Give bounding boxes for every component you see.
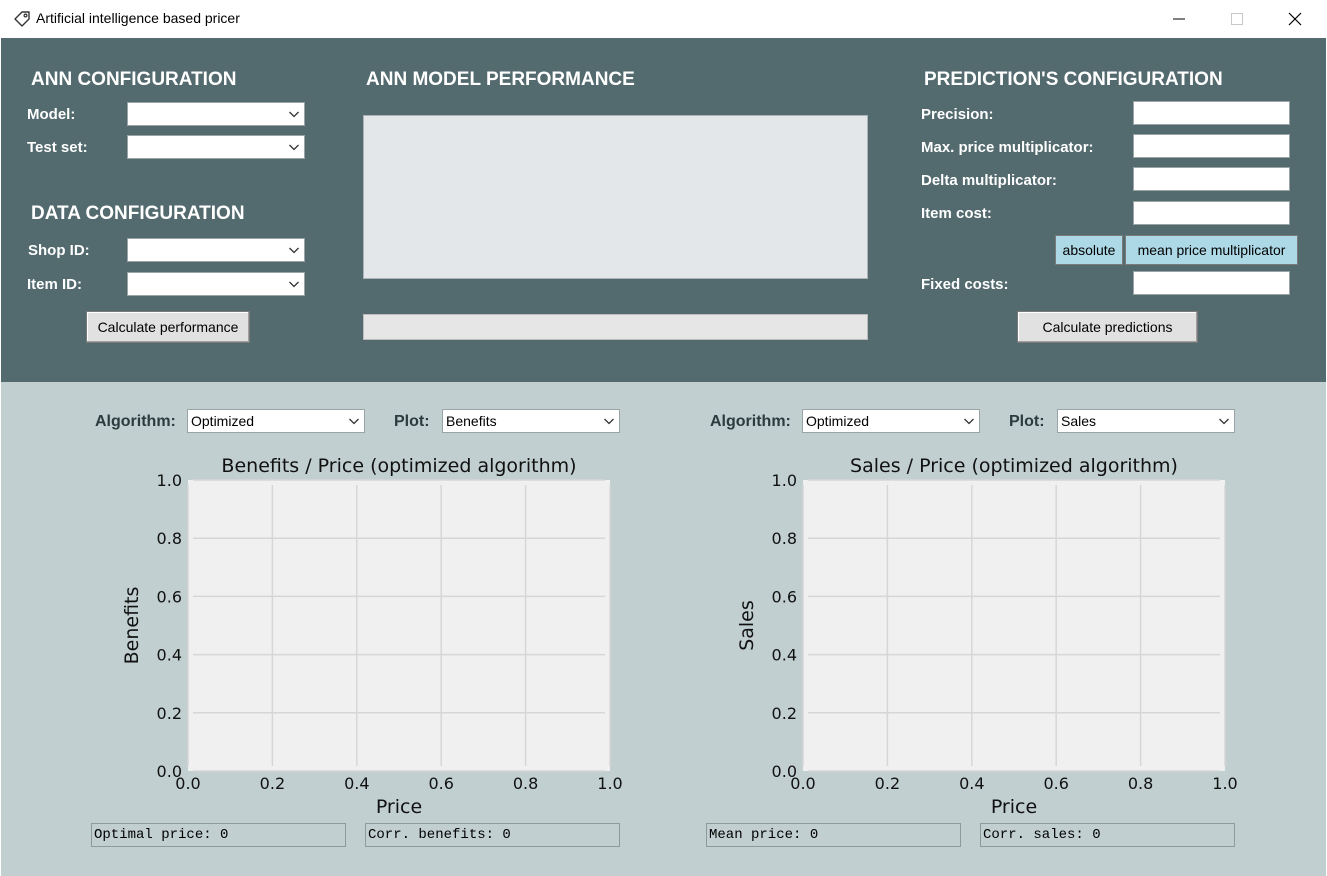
y-tick-label: 0.2 [772,704,797,723]
left-plot-label: Plot: [394,413,430,430]
y-tick-label: 0.4 [772,646,797,665]
x-tick-label: 0.8 [513,774,538,793]
x-axis-label: Price [376,796,422,818]
y-axis-label: Benefits [121,587,143,665]
model-label: Model: [27,106,76,123]
configuration-panel: ANN CONFIGURATION Model: Test set: DATA … [1,38,1326,382]
x-axis-label: Price [991,796,1037,818]
y-tick-label: 1.0 [772,471,797,490]
performance-progress-bar [363,314,868,340]
x-tick-label: 0.8 [1128,774,1153,793]
plot-area [803,480,1225,771]
chevron-down-icon [349,418,359,425]
chevron-down-icon [1219,418,1229,425]
shop-id-select[interactable] [127,238,305,262]
minimize-icon [1173,18,1185,20]
fixed-costs-label: Fixed costs: [921,276,1009,293]
delta-multiplicator-input[interactable] [1133,167,1290,191]
chevron-down-icon [289,247,299,254]
absolute-button[interactable]: absolute [1055,235,1123,265]
max-price-multiplicator-input[interactable] [1133,134,1290,158]
chevron-down-icon [964,418,974,425]
shop-id-label: Shop ID: [28,242,90,259]
y-tick-label: 0.2 [157,704,182,723]
x-tick-label: 0.6 [428,774,453,793]
right-plot-label: Plot: [1009,413,1045,430]
y-tick-label: 0.0 [157,762,182,781]
x-tick-label: 1.0 [597,774,622,793]
x-tick-label: 0.2 [260,774,285,793]
precision-input[interactable] [1133,101,1290,125]
chart-title: Sales / Price (optimized algorithm) [850,455,1178,477]
max-price-multiplicator-label: Max. price multiplicator: [921,139,1094,156]
calculate-performance-button[interactable]: Calculate performance [86,311,250,343]
sales-price-chart: 0.0 0.2 0.4 0.6 0.8 1.00.00.20.40.60.81.0Sale… [736,455,1238,818]
y-tick-label: 0.8 [772,529,797,548]
item-id-label: Item ID: [27,276,83,293]
left-plot-value: Benefits [446,413,497,429]
chart-title: Benefits / Price (optimized algorithm) [221,455,576,477]
right-algorithm-value: Optimized [806,413,870,429]
plot-area [188,480,610,771]
calculate-predictions-button[interactable]: Calculate predictions [1017,311,1198,343]
left-algorithm-select[interactable]: Optimized [187,409,365,433]
delta-multiplicator-label: Delta multiplicator: [921,172,1057,189]
x-tick-label: 0.6 [1043,774,1068,793]
left-algorithm-label: Algorithm: [95,413,176,430]
close-icon [1288,12,1302,26]
test-set-select[interactable] [127,135,305,159]
mean-price-readout: Mean price: 0 [706,823,961,847]
x-tick-label: 0.4 [959,774,984,793]
data-configuration-title: DATA CONFIGURATION [31,203,245,224]
ann-model-performance-title: ANN MODEL PERFORMANCE [366,69,635,90]
ann-configuration-title: ANN CONFIGURATION [31,69,237,90]
right-plot-value: Sales [1061,413,1097,429]
test-set-label: Test set: [27,139,88,156]
plots-panel: Algorithm: Optimized Plot: Benefits Algo… [1,382,1326,876]
performance-output-area [363,115,868,279]
prediction-configuration-title: PREDICTION'S CONFIGURATION [924,69,1223,90]
y-tick-label: 0.6 [772,587,797,606]
chevron-down-icon [289,111,299,118]
y-tick-label: 0.0 [772,762,797,781]
model-select[interactable] [127,102,305,126]
left-plot-select[interactable]: Benefits [442,409,620,433]
chevron-down-icon [289,281,299,288]
fixed-costs-input[interactable] [1133,271,1290,295]
precision-label: Precision: [921,106,994,123]
title-bar: Artificial intelligence based pricer [0,0,1327,38]
mean-price-multiplicator-button[interactable]: mean price multiplicator [1125,235,1298,265]
maximize-icon [1231,13,1243,25]
maximize-button[interactable] [1208,0,1266,38]
item-id-select[interactable] [127,272,305,296]
x-tick-label: 1.0 [1212,774,1237,793]
chevron-down-icon [289,144,299,151]
right-algorithm-select[interactable]: Optimized [802,409,980,433]
y-tick-label: 0.8 [157,529,182,548]
chevron-down-icon [604,418,614,425]
optimal-price-readout: Optimal price: 0 [91,823,346,847]
y-tick-label: 0.4 [157,646,182,665]
item-cost-input[interactable] [1133,201,1290,225]
minimize-button[interactable] [1150,0,1208,38]
item-cost-label: Item cost: [921,205,992,222]
benefits-price-chart: 0.0 0.2 0.4 0.6 0.8 1.00.00.20.40.60.81.0Bene… [121,455,623,818]
y-tick-label: 1.0 [157,471,182,490]
right-algorithm-label: Algorithm: [710,413,791,430]
y-tick-label: 0.6 [157,587,182,606]
y-axis-label: Sales [736,600,758,651]
right-plot-select[interactable]: Sales [1057,409,1235,433]
corr-benefits-readout: Corr. benefits: 0 [365,823,620,847]
close-button[interactable] [1266,0,1324,38]
x-tick-label: 0.4 [344,774,369,793]
left-algorithm-value: Optimized [191,413,255,429]
x-tick-label: 0.2 [875,774,900,793]
price-tag-icon [14,11,30,27]
corr-sales-readout: Corr. sales: 0 [980,823,1235,847]
window-title: Artificial intelligence based pricer [36,10,240,26]
